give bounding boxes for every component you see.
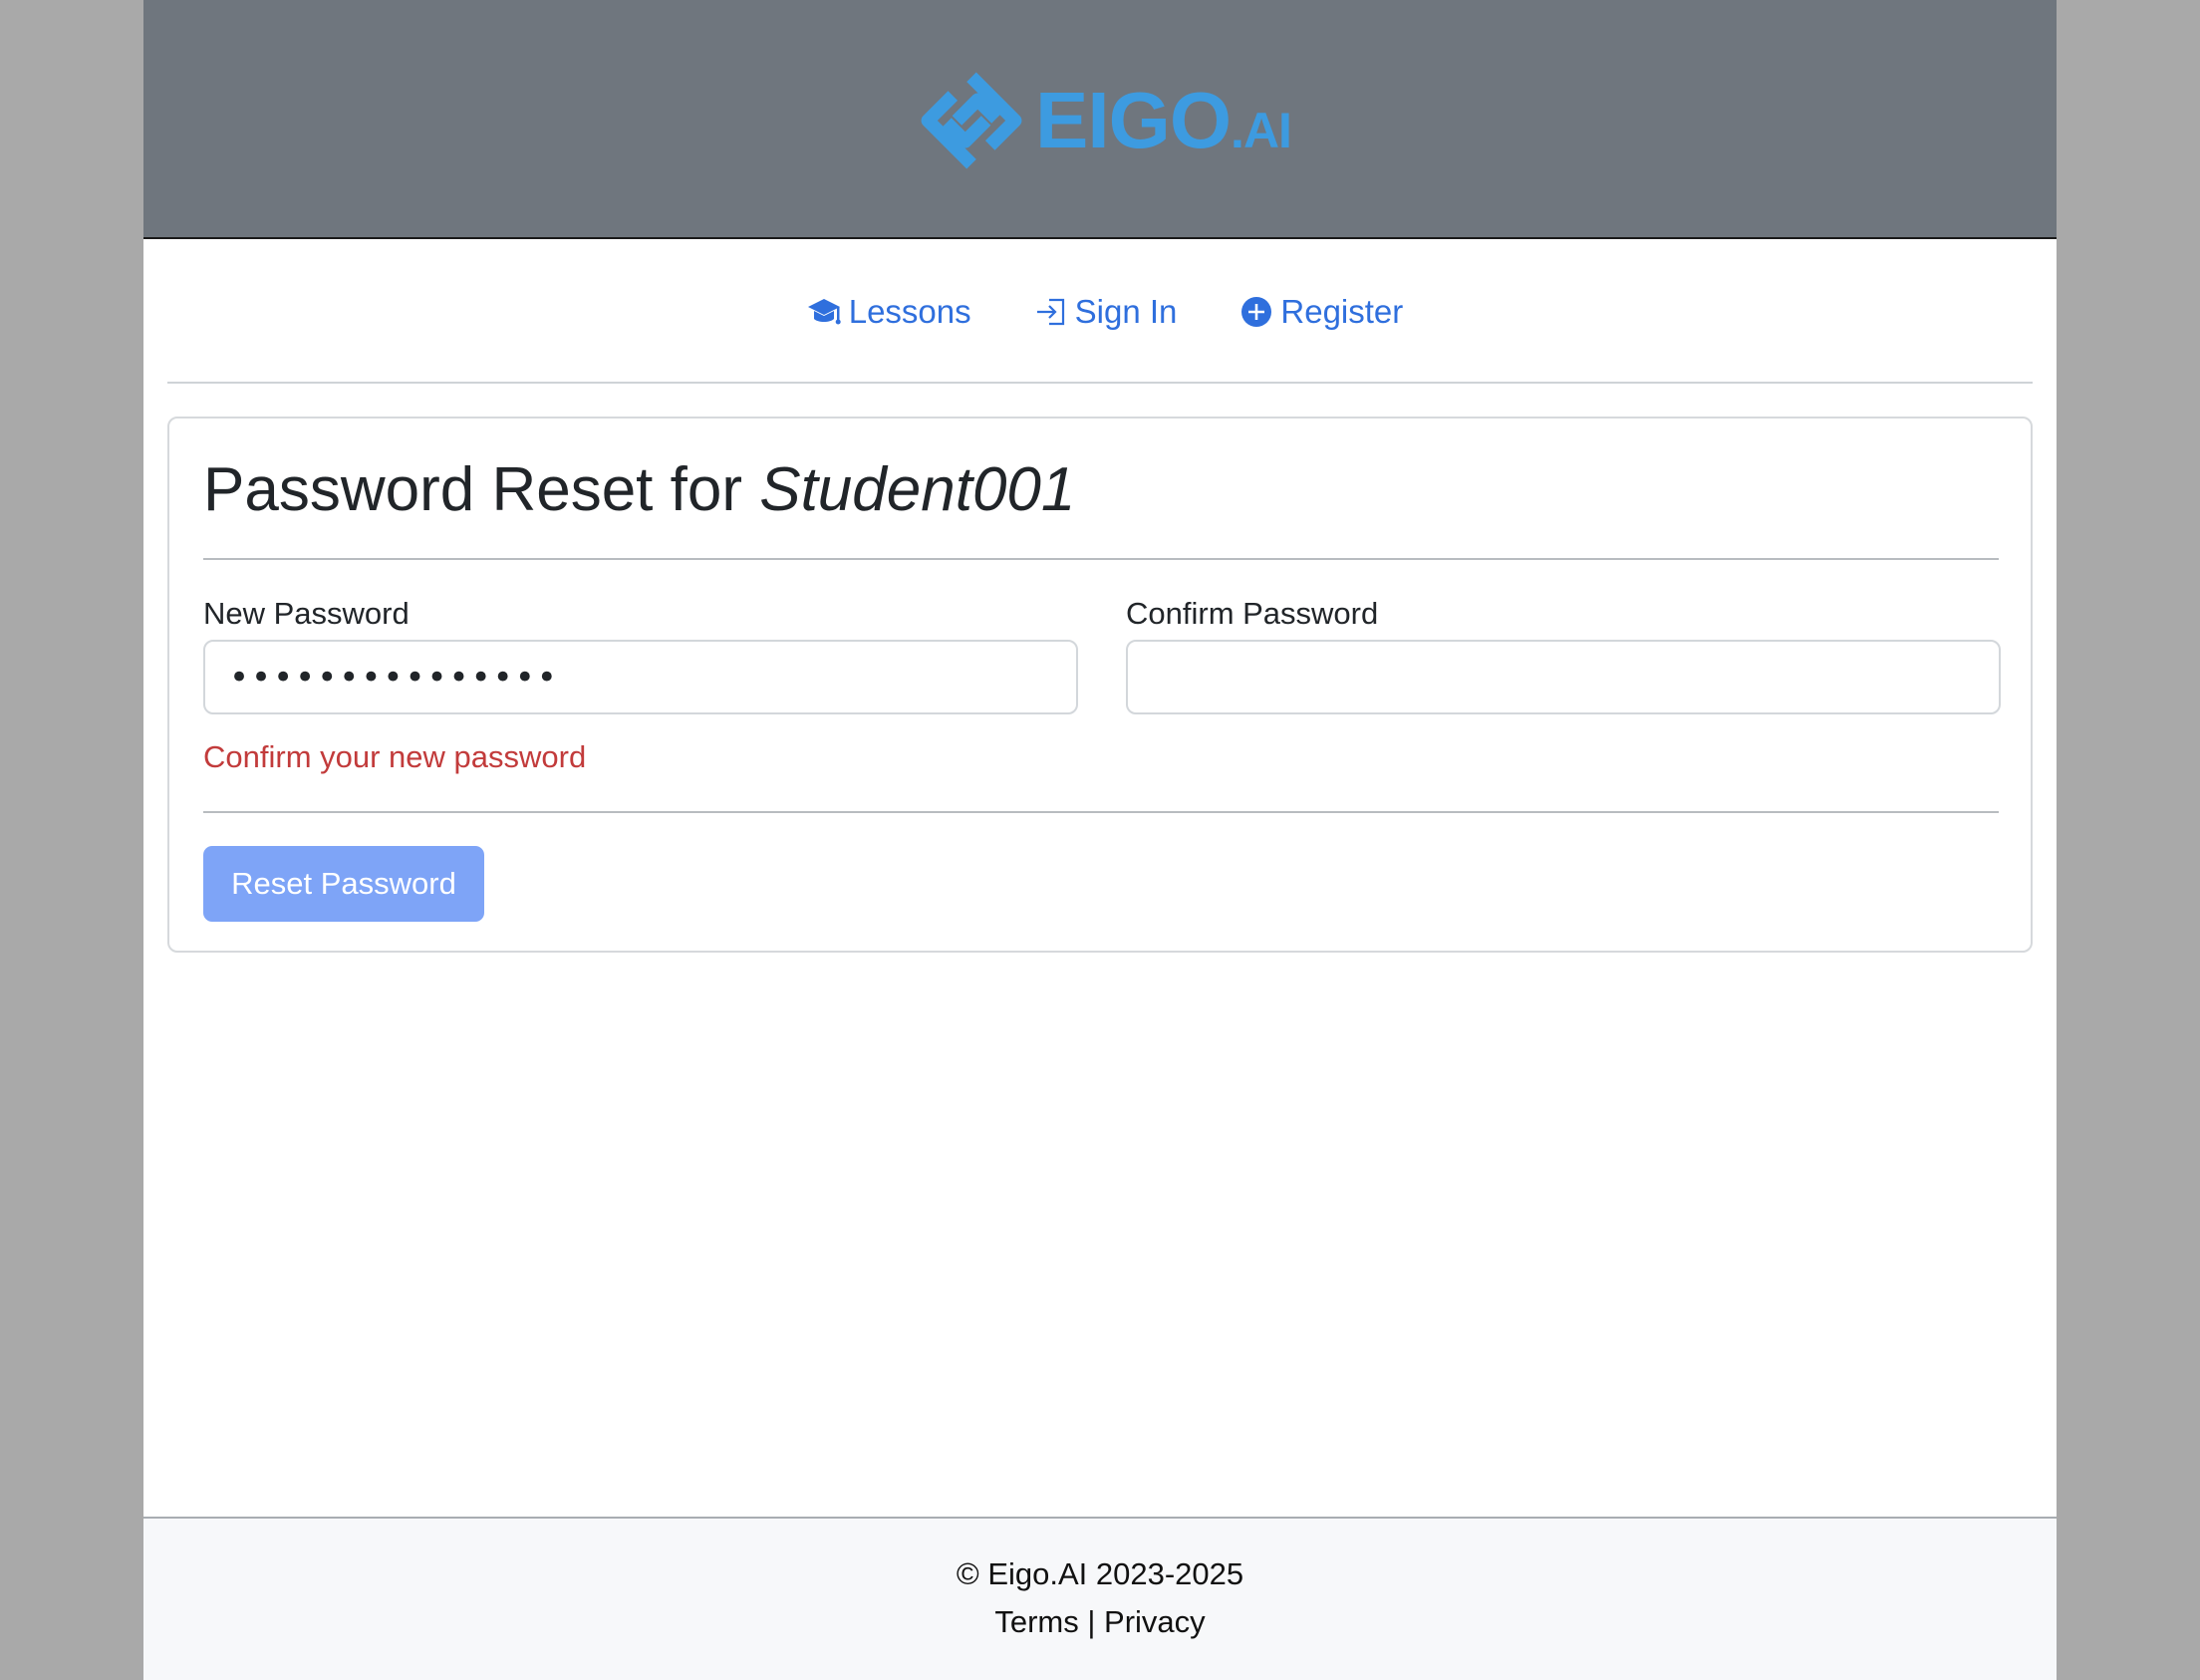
nav-divider [167,382,2033,384]
plus-circle-icon [1241,297,1272,327]
brand-logo[interactable]: EIGO.AI [920,66,1292,175]
page-title: Password Reset for Student001 [203,455,1076,524]
form-divider [203,811,1999,813]
nav-register-label: Register [1280,293,1404,330]
password-reset-card: Password Reset for Student001 New Passwo… [167,417,2033,953]
page: EIGO.AI Lessons Sign In Register Passwor… [143,0,2057,1680]
username: Student001 [759,455,1076,524]
new-password-label: New Password [203,596,410,631]
top-nav: Lessons Sign In Register [143,287,2057,337]
nav-signin-label: Sign In [1074,293,1178,330]
reset-password-button[interactable]: Reset Password [203,846,484,922]
terms-link[interactable]: Terms [994,1604,1078,1639]
privacy-link[interactable]: Privacy [1104,1604,1206,1639]
nav-signin-link[interactable]: Sign In [1035,293,1178,331]
brand-wordmark: EIGO.AI [1035,76,1292,164]
validation-error: Confirm your new password [203,739,587,774]
title-divider [203,558,1999,560]
nav-lessons-label: Lessons [848,293,971,330]
header: EIGO.AI [143,0,2057,239]
copyright: © Eigo.AI 2023-2025 [956,1556,1244,1591]
confirm-password-label: Confirm Password [1126,596,1379,631]
footer-links: Terms | Privacy [143,1604,2057,1640]
graduation-cap-icon [807,299,841,325]
nav-lessons-link[interactable]: Lessons [807,293,971,331]
sign-in-icon [1036,298,1064,326]
logo-mark-icon [921,72,1022,169]
nav-register-link[interactable]: Register [1240,293,1403,331]
footer-separator: | [1087,1604,1096,1639]
new-password-field[interactable] [203,640,1078,714]
confirm-password-field[interactable] [1126,640,2001,714]
footer: © Eigo.AI 2023-2025 Terms | Privacy [143,1517,2057,1680]
